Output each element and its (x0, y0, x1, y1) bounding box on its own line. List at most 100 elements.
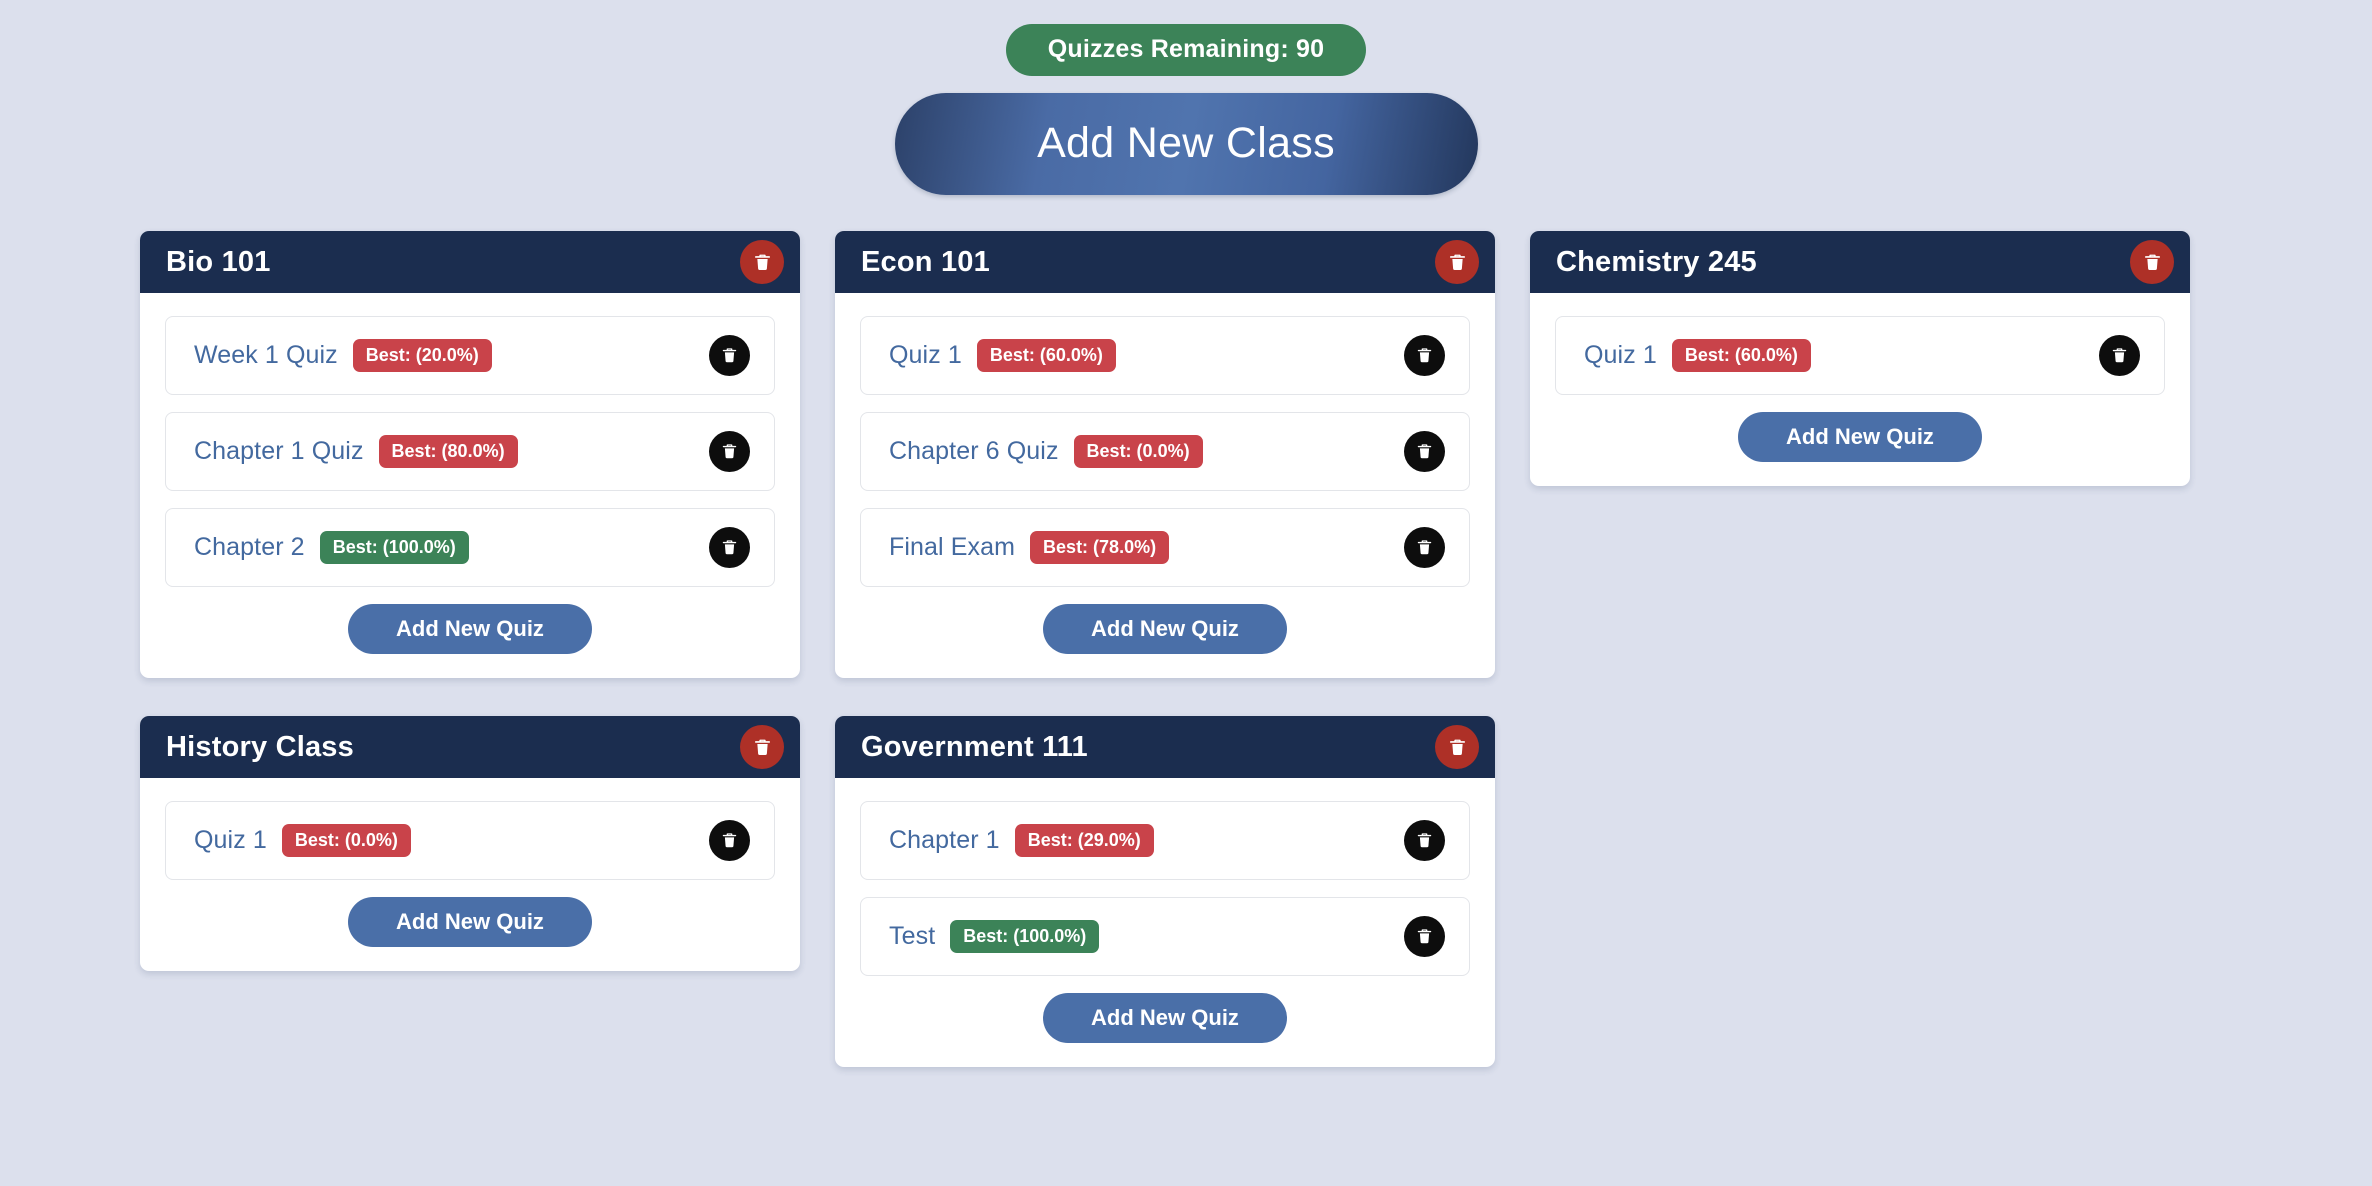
add-new-class-button[interactable]: Add New Class (894, 92, 1478, 195)
quiz-row: Quiz 1 Best: (60.0%) (1555, 316, 2165, 395)
add-new-quiz-button[interactable]: Add New Quiz (348, 604, 592, 655)
quiz-row: Quiz 1 Best: (60.0%) (860, 316, 1470, 395)
best-score-badge: Best: (100.0%) (319, 531, 469, 564)
best-score-badge: Best: (0.0%) (281, 824, 411, 858)
class-card: Bio 101 Week 1 Quiz Best: (20.0%) Chapter 1… (140, 231, 800, 679)
delete-class-button[interactable] (740, 725, 784, 770)
trash-icon (753, 253, 772, 272)
add-quiz-row: Add New Quiz (165, 897, 775, 948)
class-card-body: Quiz 1 Best: (60.0%) Chapter 6 Quiz Best: (… (835, 293, 1495, 678)
add-quiz-row: Add New Quiz (860, 604, 1470, 655)
quiz-row-left: Chapter 2 Best: (100.0%) (194, 531, 469, 564)
trash-icon (1416, 347, 1433, 364)
quiz-row-left: Quiz 1 Best: (60.0%) (889, 339, 1116, 372)
class-title: Government 111 (861, 730, 1088, 763)
top-bar: Quizzes Remaining: 90 Add New Class (0, 0, 2372, 195)
quiz-name-link[interactable]: Quiz 1 (889, 343, 962, 368)
delete-quiz-button[interactable] (709, 335, 750, 376)
delete-quiz-button[interactable] (709, 820, 750, 862)
quiz-row: Week 1 Quiz Best: (20.0%) (165, 316, 775, 395)
class-title: Chemistry 245 (1556, 245, 1757, 278)
class-card-header: Chemistry 245 (1530, 231, 2190, 293)
quiz-row: Chapter 6 Quiz Best: (0.0%) (860, 412, 1470, 491)
trash-icon (721, 539, 738, 556)
quiz-name-link[interactable]: Test (889, 924, 935, 949)
delete-quiz-button[interactable] (2099, 335, 2140, 376)
quiz-name-link[interactable]: Final Exam (889, 535, 1015, 560)
class-title: Econ 101 (861, 245, 990, 278)
best-score-badge: Best: (29.0%) (1014, 824, 1154, 858)
trash-icon (2143, 253, 2162, 272)
add-quiz-row: Add New Quiz (860, 993, 1470, 1044)
best-score-badge: Best: (60.0%) (976, 339, 1116, 372)
quiz-name-link[interactable]: Chapter 6 Quiz (889, 439, 1059, 464)
add-new-quiz-button[interactable]: Add New Quiz (1043, 993, 1287, 1044)
class-card-body: Week 1 Quiz Best: (20.0%) Chapter 1 Quiz Be… (140, 293, 800, 678)
class-title: History Class (166, 730, 354, 763)
trash-icon (721, 443, 738, 460)
quiz-row: Chapter 1 Best: (29.0%) (860, 801, 1470, 881)
trash-icon (721, 347, 738, 364)
quiz-name-link[interactable]: Quiz 1 (1584, 343, 1657, 368)
class-card: History Class Quiz 1 Best: (0.0%) Add New Q… (140, 716, 800, 972)
class-card: Chemistry 245 Quiz 1 Best: (60.0%) Add New … (1530, 231, 2190, 487)
class-card-body: Quiz 1 Best: (0.0%) Add New Quiz (140, 778, 800, 971)
quiz-row-left: Week 1 Quiz Best: (20.0%) (194, 339, 492, 372)
delete-quiz-button[interactable] (1404, 335, 1445, 376)
best-score-badge: Best: (80.0%) (378, 435, 518, 468)
quiz-row-left: Final Exam Best: (78.0%) (889, 531, 1170, 564)
quiz-name-link[interactable]: Week 1 Quiz (194, 343, 338, 368)
class-card-body: Quiz 1 Best: (60.0%) Add New Quiz (1530, 293, 2190, 486)
class-card-header: Bio 101 (140, 231, 800, 293)
app-root: Quizzes Remaining: 90 Add New Class Bio … (0, 0, 2372, 1186)
quiz-name-link[interactable]: Quiz 1 (194, 828, 267, 853)
quiz-row-left: Quiz 1 Best: (60.0%) (1584, 339, 1811, 372)
class-card: Government 111 Chapter 1 Best: (29.0%) Test… (835, 716, 1495, 1068)
trash-icon (1416, 928, 1433, 945)
trash-icon (721, 832, 738, 849)
trash-icon (1416, 443, 1433, 460)
trash-icon (753, 738, 772, 757)
trash-icon (1448, 253, 1467, 272)
add-new-quiz-button[interactable]: Add New Quiz (1043, 604, 1287, 655)
class-title: Bio 101 (166, 245, 271, 278)
trash-icon (1448, 738, 1467, 757)
delete-quiz-button[interactable] (709, 527, 750, 568)
add-new-quiz-button[interactable]: Add New Quiz (348, 897, 592, 948)
trash-icon (2111, 347, 2128, 364)
class-card: Econ 101 Quiz 1 Best: (60.0%) Chapter 6 Qui… (835, 231, 1495, 679)
class-card-body: Chapter 1 Best: (29.0%) Test Best: (100.0%)… (835, 778, 1495, 1067)
best-score-badge: Best: (78.0%) (1030, 531, 1170, 564)
quiz-row: Test Best: (100.0%) (860, 897, 1470, 977)
quiz-row: Chapter 2 Best: (100.0%) (165, 508, 775, 587)
delete-quiz-button[interactable] (1404, 820, 1445, 862)
delete-class-button[interactable] (740, 240, 784, 284)
quiz-row: Final Exam Best: (78.0%) (860, 508, 1470, 587)
best-score-badge: Best: (0.0%) (1073, 435, 1203, 468)
trash-icon (1416, 832, 1433, 849)
delete-quiz-button[interactable] (1404, 431, 1445, 472)
class-card-header: Econ 101 (835, 231, 1495, 293)
quiz-name-link[interactable]: Chapter 1 (889, 828, 1000, 853)
quiz-name-link[interactable]: Chapter 2 (194, 535, 305, 560)
delete-quiz-button[interactable] (1404, 916, 1445, 958)
add-quiz-row: Add New Quiz (165, 604, 775, 655)
best-score-badge: Best: (60.0%) (1671, 339, 1811, 372)
quiz-row-left: Quiz 1 Best: (0.0%) (194, 824, 411, 858)
class-card-header: History Class (140, 716, 800, 779)
quiz-row: Chapter 1 Quiz Best: (80.0%) (165, 412, 775, 491)
best-score-badge: Best: (20.0%) (352, 339, 492, 372)
class-card-header: Government 111 (835, 716, 1495, 779)
delete-class-button[interactable] (1435, 240, 1479, 284)
quiz-row-left: Chapter 6 Quiz Best: (0.0%) (889, 435, 1203, 468)
quiz-name-link[interactable]: Chapter 1 Quiz (194, 439, 364, 464)
delete-class-button[interactable] (1435, 725, 1479, 770)
delete-quiz-button[interactable] (1404, 527, 1445, 568)
delete-quiz-button[interactable] (709, 431, 750, 472)
quiz-row: Quiz 1 Best: (0.0%) (165, 801, 775, 881)
delete-class-button[interactable] (2130, 240, 2174, 284)
add-quiz-row: Add New Quiz (1555, 412, 2165, 463)
quiz-row-left: Chapter 1 Best: (29.0%) (889, 824, 1154, 858)
class-grid: Bio 101 Week 1 Quiz Best: (20.0%) Chapter 1… (140, 231, 2190, 1068)
add-new-quiz-button[interactable]: Add New Quiz (1738, 412, 1982, 463)
